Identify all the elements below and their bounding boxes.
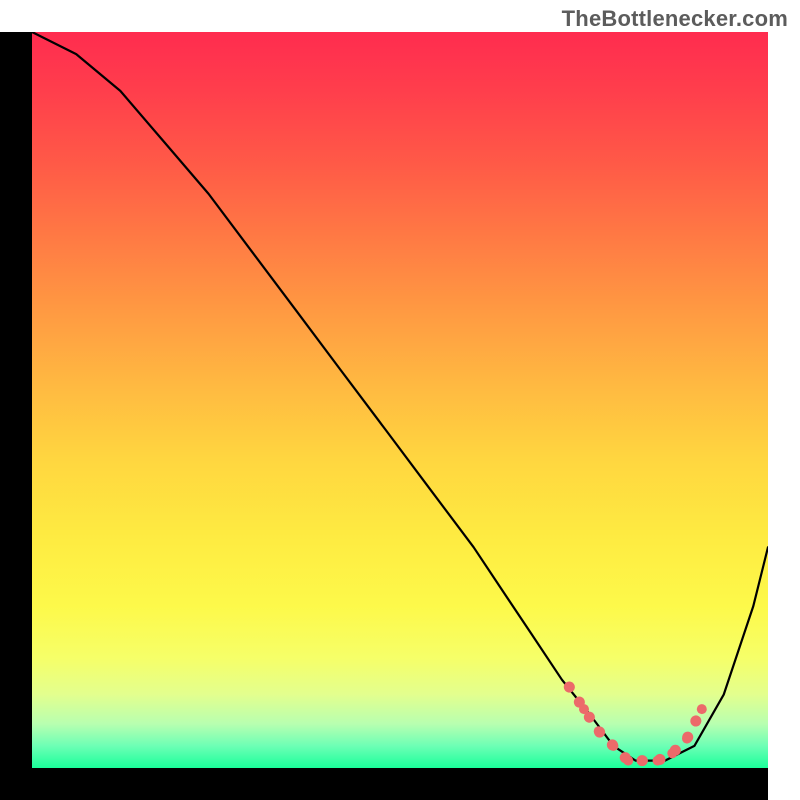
plot-area bbox=[32, 32, 768, 768]
optimal-range-markers bbox=[564, 682, 707, 766]
axis-origin bbox=[0, 768, 32, 800]
curve-layer bbox=[32, 32, 768, 768]
bottleneck-chart: TheBottlenecker.com bbox=[0, 0, 800, 800]
x-axis bbox=[32, 768, 768, 800]
y-axis bbox=[0, 32, 32, 768]
bottleneck-curve bbox=[32, 32, 768, 761]
watermark-label: TheBottlenecker.com bbox=[562, 6, 788, 32]
